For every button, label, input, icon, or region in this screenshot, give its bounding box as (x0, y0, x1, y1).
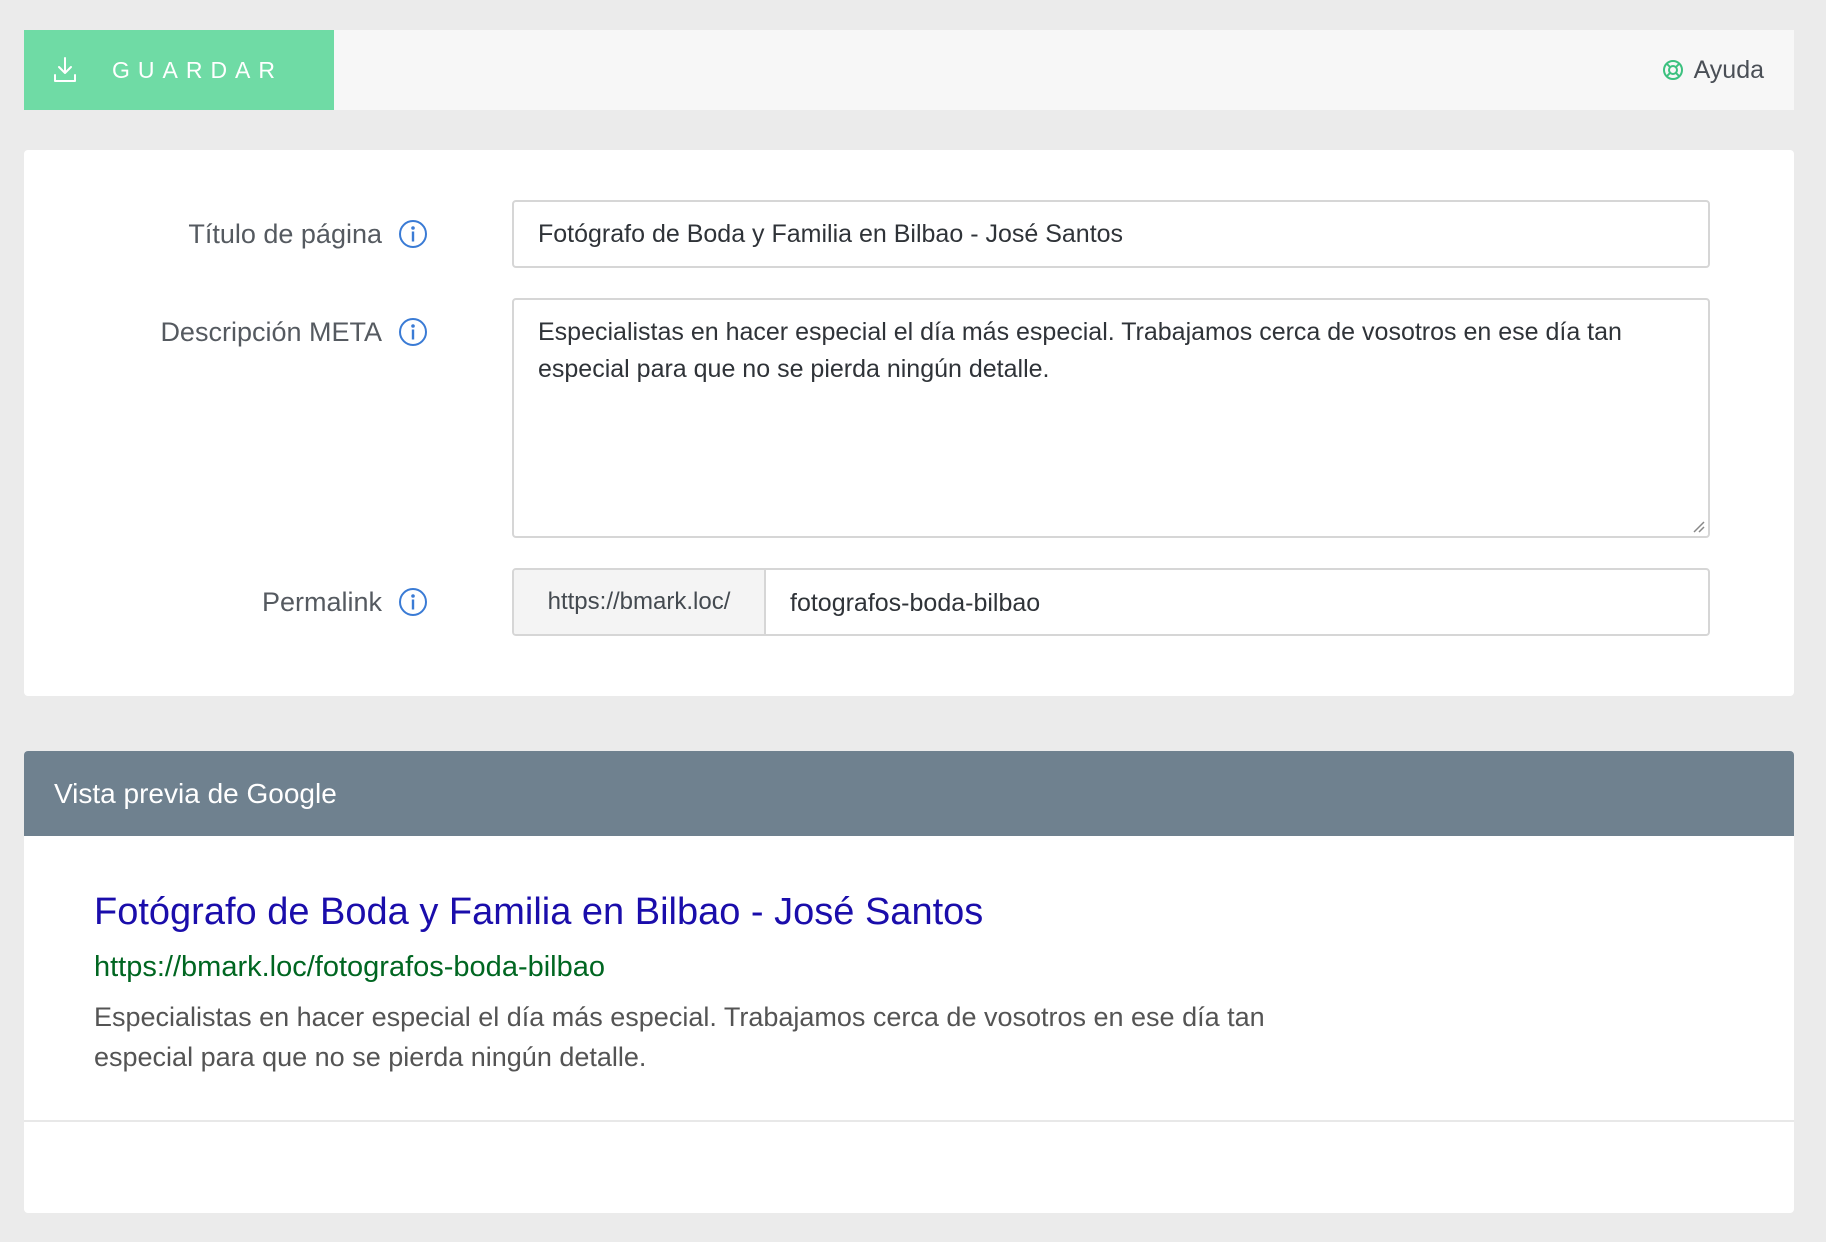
save-button-label: GUARDAR (112, 57, 284, 83)
divider (24, 1120, 1794, 1122)
toolbar: GUARDAR Ayuda (24, 30, 1794, 110)
permalink-input-group: https://bmark.loc/ fotografos-boda-bilba… (512, 568, 1710, 636)
permalink-input[interactable]: fotografos-boda-bilbao (766, 570, 1708, 634)
page-title-label: Título de página (188, 218, 382, 249)
permalink-label: Permalink (261, 586, 382, 617)
info-icon[interactable] (398, 587, 428, 617)
page-title-input[interactable]: Fotógrafo de Boda y Familia en Bilbao - … (512, 200, 1710, 268)
resize-grip-icon[interactable] (1690, 518, 1706, 534)
meta-description-textarea[interactable]: Especialistas en hacer especial el día m… (512, 298, 1710, 538)
meta-description-text: Especialistas en hacer especial el día m… (538, 318, 1622, 383)
google-preview-header: Vista previa de Google (24, 751, 1794, 836)
serp-url: https://bmark.loc/fotografos-boda-bilbao (94, 951, 605, 983)
info-icon[interactable] (398, 219, 428, 249)
download-icon (54, 57, 76, 82)
serp-title-link[interactable]: Fotógrafo de Boda y Familia en Bilbao - … (94, 891, 983, 934)
help-label: Ayuda (1693, 55, 1764, 84)
lifebuoy-icon (1662, 60, 1683, 80)
info-icon[interactable] (398, 317, 428, 347)
seo-form-card: Título de página Fotógrafo de Boda y Fam… (24, 150, 1794, 696)
google-preview-card: Vista previa de Google Fotógrafo de Boda… (24, 751, 1794, 1213)
permalink-label-row: Permalink (262, 580, 428, 624)
permalink-prefix: https://bmark.loc/ (514, 570, 766, 634)
save-button[interactable]: GUARDAR (24, 30, 334, 110)
meta-description-label-row: Descripción META (160, 310, 428, 354)
help-link[interactable]: Ayuda (1662, 30, 1764, 110)
page-title-label-row: Título de página (188, 212, 428, 256)
serp-description: Especialistas en hacer especial el día m… (94, 1002, 1265, 1072)
meta-description-label: Descripción META (160, 316, 382, 347)
